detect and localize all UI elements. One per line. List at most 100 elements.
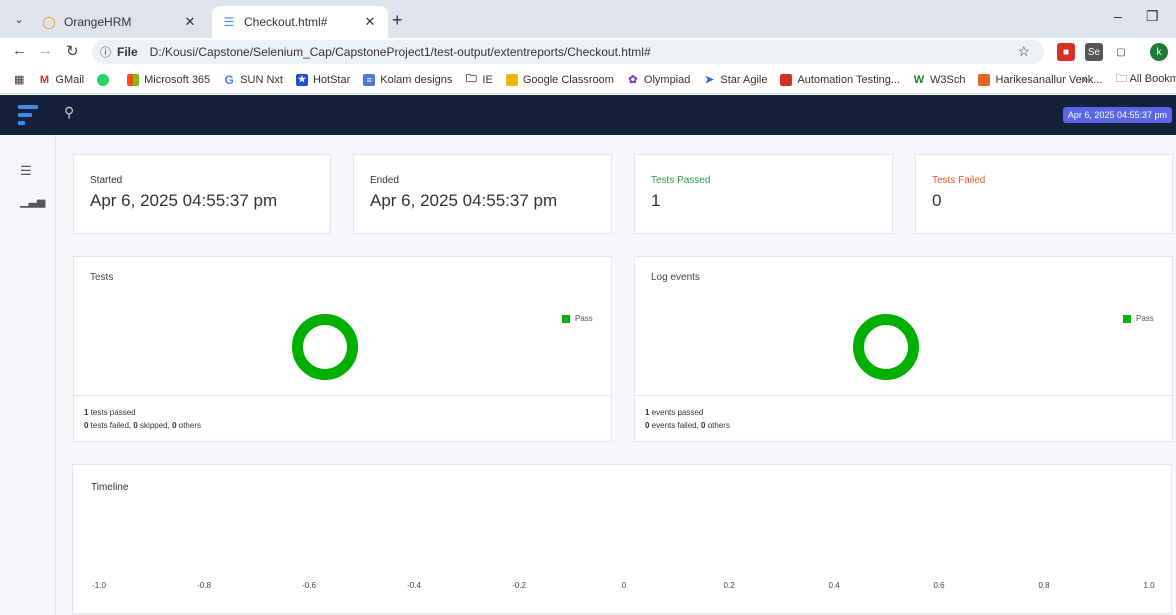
tab-search-chevron-icon[interactable]: ⌄ xyxy=(10,10,28,28)
search-icon[interactable]: ⚲ xyxy=(64,104,74,121)
close-tab-icon[interactable]: ✕ xyxy=(362,14,378,30)
apps-grid-icon[interactable]: ▦ xyxy=(14,73,24,86)
tests-failed-value: 0 xyxy=(932,191,942,210)
blog-icon xyxy=(978,73,991,86)
restore-icon[interactable]: ❐ xyxy=(1146,8,1159,25)
tests-legend-pass[interactable]: Pass xyxy=(562,314,593,323)
bookmark-kolam-designs[interactable]: ≡ Kolam designs xyxy=(363,73,452,86)
test-list-icon[interactable]: ☰ xyxy=(20,163,32,179)
tab-title: Checkout.html# xyxy=(244,15,328,29)
bookmarks-bar: ▦ M GMail Microsoft 365 G SUN Nxt ★ HotStar… xyxy=(0,66,1176,94)
bookmark-microsoft-365[interactable]: Microsoft 365 xyxy=(127,73,210,86)
tab-orangehrm[interactable]: ◯ OrangeHRM ✕ xyxy=(32,6,208,38)
gmail-icon: M xyxy=(39,73,49,86)
timeline-tick-label: 0 xyxy=(621,581,627,590)
tests-chart-card: Tests Pass 1 tests passed 0 tests failed… xyxy=(73,256,612,442)
log-events-donut-chart xyxy=(853,314,919,380)
side-nav: ☰ ▁▃▅ xyxy=(0,135,56,615)
address-bar[interactable]: ⓘ File D:/Kousi/Capstone/Selenium_Cap/Ca… xyxy=(92,40,1044,64)
bookmark-gmail[interactable]: M GMail xyxy=(38,74,84,86)
timeline-tick-label: 1.0 xyxy=(1143,581,1155,590)
bookmark-w3sch[interactable]: W W3Sch xyxy=(913,73,966,86)
timeline-tick-label: 0.4 xyxy=(828,581,840,590)
timeline-tick-label: -0.2 xyxy=(512,581,526,590)
w3schools-icon: W xyxy=(913,73,925,86)
address-url: D:/Kousi/Capstone/Selenium_Cap/CapstoneP… xyxy=(149,45,651,59)
extent-favicon-icon: ☰ xyxy=(223,15,235,29)
pdf-icon xyxy=(780,73,793,86)
google-icon: G xyxy=(224,72,234,87)
microsoft-icon xyxy=(127,73,140,86)
ended-label: Ended xyxy=(370,175,399,186)
reload-icon[interactable]: ↻ xyxy=(66,42,79,60)
hotstar-icon: ★ xyxy=(295,73,308,86)
bookmark-sun-nxt[interactable]: G SUN Nxt xyxy=(223,72,283,87)
folder-icon: 🗀 xyxy=(465,73,477,85)
bookmarks-overflow-button[interactable]: » xyxy=(1082,74,1088,86)
timeline-tick-label: 0.6 xyxy=(933,581,945,590)
selenium-extension-icon[interactable]: Se xyxy=(1085,43,1103,61)
olympiad-icon: ✿ xyxy=(628,74,638,86)
dashboard-chart-icon[interactable]: ▁▃▅ xyxy=(20,195,45,208)
started-card: Started Apr 6, 2025 04:55:37 pm xyxy=(73,154,331,234)
bookmark-google-classroom[interactable]: Google Classroom xyxy=(505,73,614,86)
bookmark-automation-testing[interactable]: Automation Testing... xyxy=(780,73,900,86)
close-tab-icon[interactable]: ✕ xyxy=(182,14,198,30)
timeline-card: Timeline -1.0 -0.8 -0.6 -0.4 -0.2 0 0.2 0.4 0.6 0… xyxy=(72,464,1172,614)
timeline-tick-label: -1.0 xyxy=(92,581,106,590)
timeline-tick-label: -0.8 xyxy=(197,581,211,590)
folder-icon: 🗀 xyxy=(1116,73,1130,85)
pdf-extension-icon[interactable]: ■ xyxy=(1057,43,1075,61)
info-icon[interactable]: ⓘ xyxy=(100,44,111,60)
tests-passed-value: 1 xyxy=(651,191,661,210)
timeline-tick-label: 0.2 xyxy=(723,581,735,590)
timeline-tick-label: -0.6 xyxy=(302,581,316,590)
tests-summary: 1 tests passed 0 tests failed, 0 skipped… xyxy=(74,395,611,441)
whatsapp-icon xyxy=(97,73,110,86)
tab-title: OrangeHRM xyxy=(64,15,132,29)
docs-icon: ≡ xyxy=(363,73,376,86)
all-bookmarks-button[interactable]: 🗀 All Bookm xyxy=(1116,70,1176,89)
bookmark-hotstar[interactable]: ★ HotStar xyxy=(295,73,350,86)
timeline-title: Timeline xyxy=(91,482,129,493)
classroom-icon xyxy=(505,73,518,86)
tests-donut-chart xyxy=(292,314,358,380)
bookmark-whatsapp[interactable] xyxy=(97,73,114,86)
address-prefix: File xyxy=(117,45,138,59)
pass-swatch-icon xyxy=(1123,314,1131,323)
timeline-tick-label: -0.4 xyxy=(407,581,421,590)
minimize-icon[interactable]: – xyxy=(1114,8,1122,24)
timeline-tick-label: 0.8 xyxy=(1038,581,1050,590)
extensions-puzzle-icon[interactable]: ▢ xyxy=(1112,43,1130,61)
started-label: Started xyxy=(90,175,123,186)
tests-chart-title: Tests xyxy=(90,272,114,283)
report-header: ⚲ Apr 6, 2025 04:55:37 pm xyxy=(0,95,1176,135)
bookmark-star-icon[interactable]: ☆ xyxy=(1017,43,1030,60)
started-value: Apr 6, 2025 04:55:37 pm xyxy=(90,191,278,210)
new-tab-button[interactable]: + xyxy=(392,10,403,31)
back-icon[interactable]: ← xyxy=(12,42,27,59)
log-events-summary: 1 events passed 0 events failed, 0 other… xyxy=(635,395,1172,441)
tests-failed-card: Tests Failed 0 xyxy=(915,154,1173,234)
tests-failed-label: Tests Failed xyxy=(932,175,986,186)
browser-toolbar: ← → ↻ ⓘ File D:/Kousi/Capstone/Selenium_… xyxy=(0,38,1176,66)
report-date-badge: Apr 6, 2025 04:55:37 pm xyxy=(1062,107,1172,123)
tests-passed-label: Tests Passed xyxy=(651,175,711,186)
log-events-legend-pass[interactable]: Pass xyxy=(1123,314,1154,323)
star-agile-icon: ➤ xyxy=(704,74,714,86)
tab-checkout[interactable]: ☰ Checkout.html# ✕ xyxy=(212,6,388,38)
browser-tab-bar: ⌄ ◯ OrangeHRM ✕ ☰ Checkout.html# ✕ + – ❐ xyxy=(0,0,1176,38)
forward-icon[interactable]: → xyxy=(38,42,53,59)
bookmark-olympiad[interactable]: ✿ Olympiad xyxy=(627,74,690,87)
orangehrm-favicon-icon: ◯ xyxy=(42,15,56,29)
ended-card: Ended Apr 6, 2025 04:55:37 pm xyxy=(353,154,612,234)
pass-swatch-icon xyxy=(562,314,570,323)
log-events-chart-title: Log events xyxy=(651,272,700,283)
bookmark-ie[interactable]: 🗀 IE xyxy=(465,73,493,86)
profile-avatar[interactable]: k xyxy=(1150,43,1168,61)
tests-passed-card: Tests Passed 1 xyxy=(634,154,893,234)
bookmark-star-agile[interactable]: ➤ Star Agile xyxy=(703,74,768,87)
extent-logo-icon xyxy=(18,103,38,127)
log-events-chart-card: Log events Pass 1 events passed 0 events… xyxy=(634,256,1173,442)
ended-value: Apr 6, 2025 04:55:37 pm xyxy=(370,191,558,210)
